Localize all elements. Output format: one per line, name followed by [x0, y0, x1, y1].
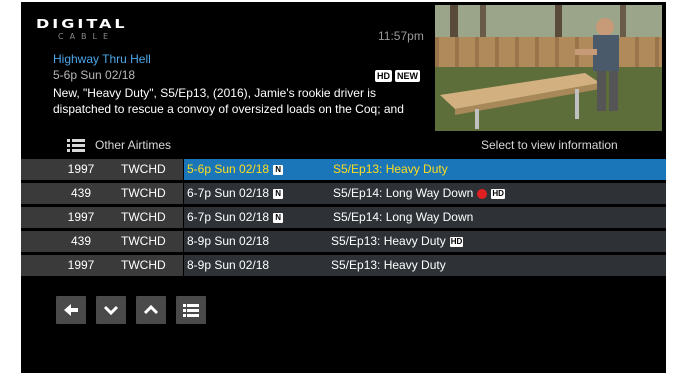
- hd-badge: HD: [491, 188, 505, 199]
- clock: 11:57pm: [378, 29, 424, 43]
- episode-title: S5/Ep14: Long Way Down: [333, 210, 474, 224]
- hd-badge: HD: [375, 70, 392, 82]
- airtime-row[interactable]: 1997 TWCHD 6-7p Sun 02/18 N S5/Ep14: Long…: [21, 207, 666, 228]
- hd-badge: HD: [449, 236, 464, 247]
- network-name: TWCHD: [121, 234, 166, 248]
- list-icon: [183, 304, 199, 317]
- new-episode-badge: N: [273, 212, 284, 223]
- new-badge: NEW: [395, 70, 420, 82]
- airtime-row[interactable]: 439 TWCHD 8-9p Sun 02/18 S5/Ep13: Heavy …: [21, 231, 666, 252]
- new-episode-badge: N: [273, 188, 284, 199]
- list-view-button[interactable]: [176, 296, 206, 324]
- chevron-down-icon: [103, 305, 119, 316]
- program-title: Highway Thru Hell: [53, 52, 151, 66]
- network-name: TWCHD: [121, 162, 166, 176]
- airtime-text: 8-9p Sun 02/18: [187, 258, 270, 272]
- chevron-up-icon: [143, 304, 159, 315]
- airtime-slot: 6-7p Sun 02/18 N: [187, 210, 284, 225]
- episode-cell: S5/Ep13: Heavy Duty HD: [331, 234, 464, 249]
- scroll-down-button[interactable]: [96, 296, 126, 324]
- episode-title: S5/Ep13: Heavy Duty: [331, 258, 446, 272]
- select-hint: Select to view information: [481, 138, 618, 152]
- logo-sub-text: CABLE: [58, 32, 115, 41]
- airtime-row[interactable]: 1997 TWCHD 5-6p Sun 02/18 N S5/Ep13: Heav…: [21, 159, 666, 180]
- airtime-text: 5-6p Sun 02/18: [187, 162, 270, 176]
- channel-number: 1997: [67, 162, 95, 176]
- airtime-text: 6-7p Sun 02/18: [187, 186, 270, 200]
- airtime-text: 8-9p Sun 02/18: [187, 234, 270, 248]
- logo-main-text: DIGITAL: [36, 16, 128, 32]
- channel-number: 439: [70, 234, 92, 248]
- scroll-up-button[interactable]: [136, 296, 166, 324]
- arrow-left-icon: [64, 304, 78, 316]
- episode-cell: S5/Ep14: Long Way Down HD: [333, 186, 505, 201]
- digital-cable-logo: DIGITAL CABLE: [36, 16, 156, 46]
- tv-screen: DIGITAL CABLE 11:57pm Highway Thru Hell …: [21, 2, 666, 373]
- program-thumbnail: [435, 5, 662, 131]
- episode-title: S5/Ep13: Heavy Duty: [331, 234, 446, 248]
- channel-number: 1997: [67, 210, 95, 224]
- airtime-row[interactable]: 1997 TWCHD 8-9p Sun 02/18 S5/Ep13: Heavy…: [21, 255, 666, 276]
- episode-title: S5/Ep13: Heavy Duty: [333, 162, 448, 176]
- other-airtimes-label: Other Airtimes: [95, 138, 172, 152]
- airtimes-list: 1997 TWCHD 5-6p Sun 02/18 N S5/Ep13: Heav…: [21, 159, 666, 279]
- airtime-slot: 6-7p Sun 02/18 N: [187, 186, 284, 201]
- channel-number: 439: [70, 186, 92, 200]
- program-description: New, "Heavy Duty", S5/Ep13, (2016), Jami…: [53, 86, 404, 116]
- channel-number: 1997: [67, 258, 95, 272]
- episode-title: S5/Ep14: Long Way Down: [333, 186, 474, 200]
- network-name: TWCHD: [121, 186, 166, 200]
- new-episode-badge: N: [273, 164, 284, 175]
- record-dot-icon: [477, 188, 488, 199]
- airtime-slot: 5-6p Sun 02/18 N: [187, 162, 284, 177]
- airtime-text: 6-7p Sun 02/18: [187, 210, 270, 224]
- network-name: TWCHD: [121, 258, 166, 272]
- back-button[interactable]: [56, 296, 86, 324]
- airtime-row[interactable]: 439 TWCHD 6-7p Sun 02/18 N S5/Ep14: Long …: [21, 183, 666, 204]
- network-name: TWCHD: [121, 210, 166, 224]
- program-airtime: 5-6p Sun 02/18: [53, 68, 136, 82]
- list-icon: [67, 139, 85, 152]
